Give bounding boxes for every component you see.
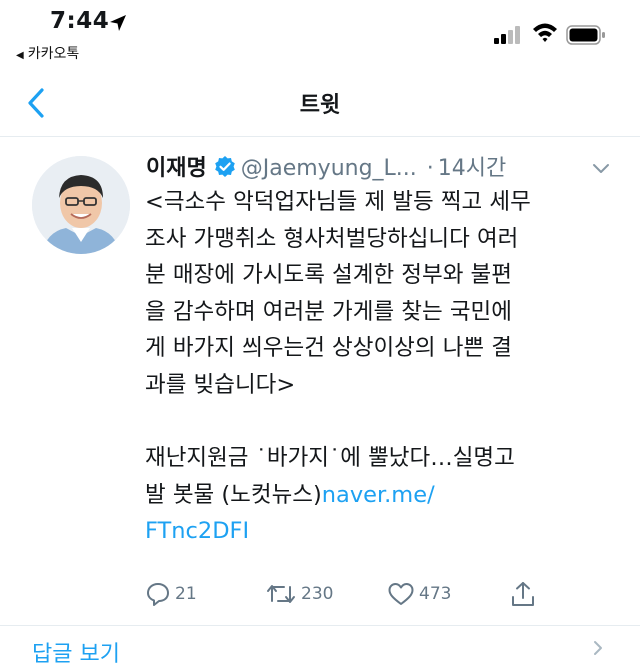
status-bar: 7:44 ◀ 카카오톡: [0, 0, 640, 70]
retweet-icon: [267, 585, 295, 603]
heart-icon: [388, 583, 414, 605]
battery-icon: [566, 25, 605, 45]
tweet-link[interactable]: FTnc2DFI: [145, 518, 249, 544]
tweet-line: 분 매장에 가시도록 설계한 정부와 불편: [145, 262, 512, 289]
view-replies-link[interactable]: 답글 보기: [32, 636, 120, 668]
author-name[interactable]: 이재명: [146, 156, 207, 181]
avatar-portrait-icon: [32, 156, 130, 254]
back-app-label: 카카오톡: [27, 46, 80, 62]
chevron-right-icon[interactable]: [590, 640, 606, 656]
share-icon: [512, 582, 534, 606]
back-to-app-link[interactable]: ◀ 카카오톡: [16, 43, 79, 63]
like-button[interactable]: 473: [387, 577, 451, 611]
reply-bubble-icon: [147, 583, 169, 606]
news-headline-line: 발 봇물 (노컷뉴스)naver.me/: [145, 477, 615, 514]
tweet-timestamp[interactable]: 14시간: [438, 156, 506, 181]
author-handle[interactable]: @Jaemyung_L...: [241, 156, 417, 181]
divider: [0, 625, 640, 626]
tweet-line: 게 바가지 씌우는건 상상이상의 나쁜 결: [145, 335, 512, 362]
back-triangle-icon: ◀: [16, 50, 24, 61]
tweet-actions: 21 230 473: [145, 577, 565, 611]
tweet-header: 이재명 @Jaemyung_L... · 14시간: [146, 150, 616, 184]
navigation-bar: 트윗: [0, 70, 640, 137]
page-title: 트윗: [299, 93, 341, 118]
separator-dot: ·: [426, 156, 434, 181]
wifi-icon: [533, 23, 557, 42]
status-time: 7:44: [50, 8, 110, 34]
retweet-count: 230: [301, 584, 334, 604]
chevron-down-icon[interactable]: [590, 160, 612, 178]
tweet-line: 조사 가맹취소 형사처벌당하십니다 여러: [145, 225, 519, 252]
news-source-text: 발 봇물 (노컷뉴스): [145, 481, 322, 508]
tweet-text: <극소수 악덕업자님들 제 발등 찍고 세무 조사 가맹취소 형사처벌당하십니다…: [145, 184, 615, 550]
reply-button[interactable]: 21: [145, 577, 197, 611]
tweet-line: 을 감수하며 여러분 가게를 찾는 국민에: [145, 298, 512, 325]
tweet-link[interactable]: naver.me/: [322, 482, 435, 508]
tweet-link-continuation: FTnc2DFI: [145, 513, 615, 550]
retweet-button[interactable]: 230: [265, 577, 333, 611]
avatar[interactable]: [32, 156, 130, 254]
like-count: 473: [419, 584, 452, 604]
tweet-line: <극소수 악덕업자님들 제 발등 찍고 세무: [145, 189, 531, 215]
cellular-signal-icon: [494, 26, 522, 44]
news-headline-line: 재난지원금 ˙바가지˙에 뿔났다…실명고: [145, 445, 515, 472]
reply-count: 21: [175, 584, 197, 604]
tweet-line: 과를 빚습니다>: [145, 371, 296, 398]
location-arrow-icon: [110, 15, 126, 31]
verified-badge-icon: [214, 156, 235, 177]
share-button[interactable]: [509, 577, 537, 611]
